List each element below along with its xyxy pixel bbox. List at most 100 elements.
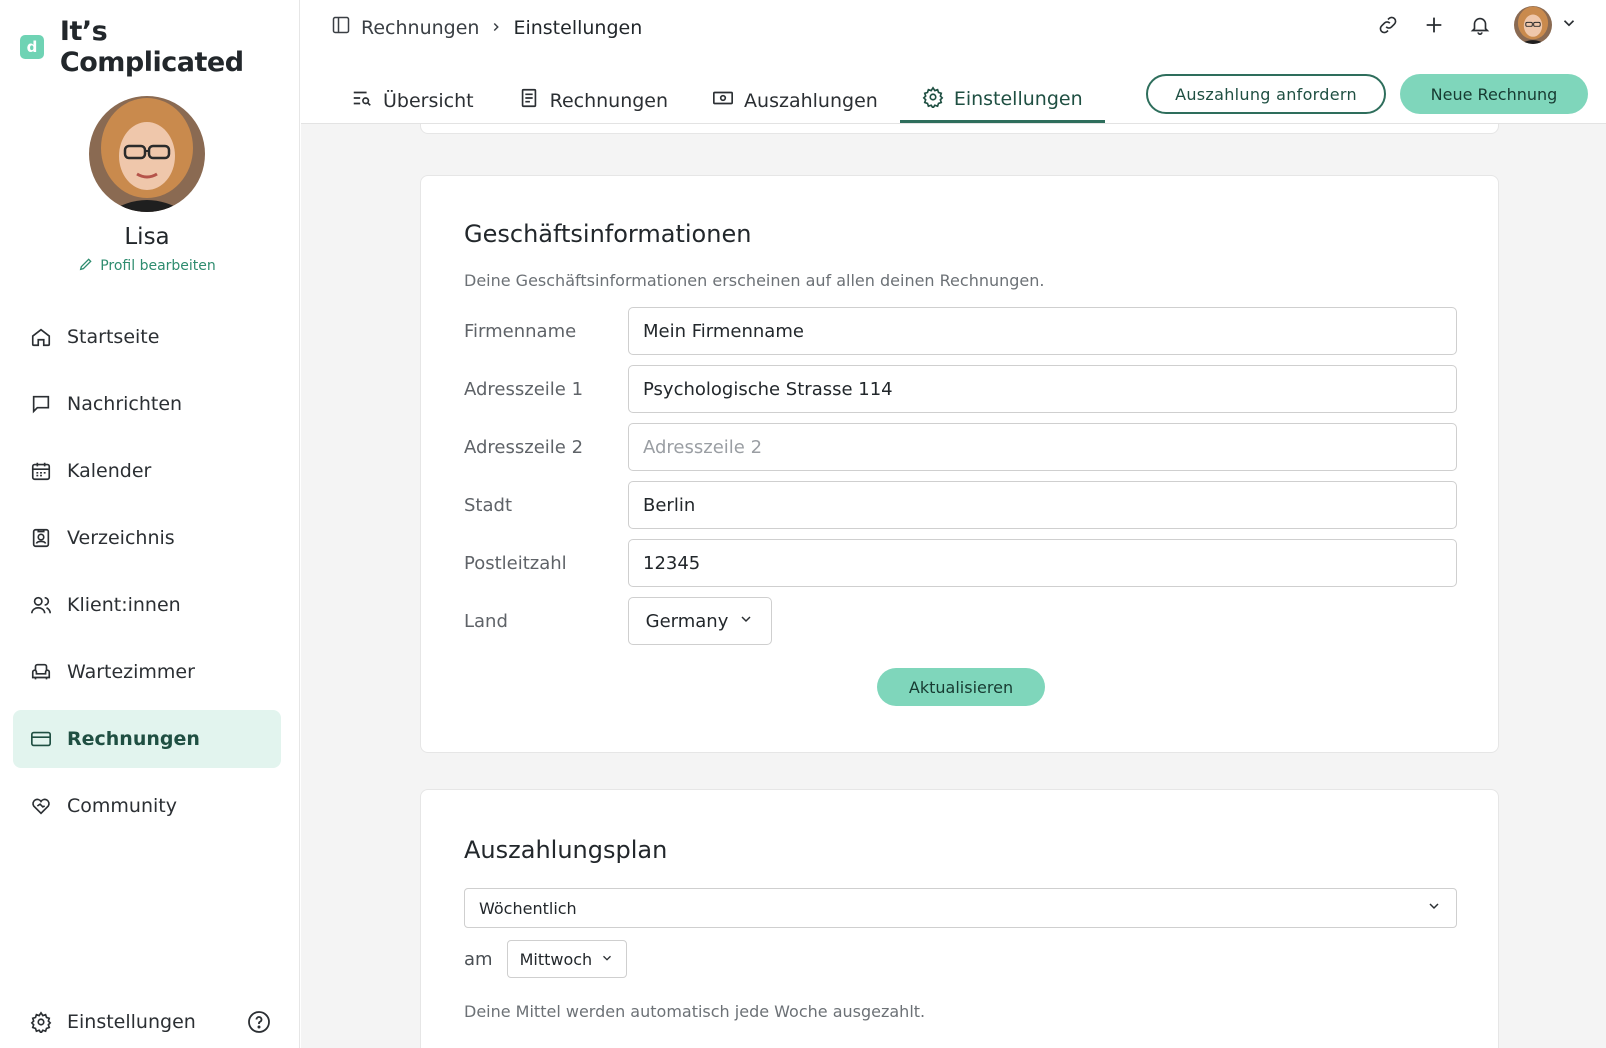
city-row: Stadt bbox=[464, 481, 1457, 529]
payout-day-row: am Mittwoch bbox=[464, 940, 628, 978]
request-payout-button[interactable]: Auszahlung anfordern bbox=[1146, 74, 1386, 114]
gear-icon bbox=[922, 85, 944, 113]
company-name-field[interactable] bbox=[628, 307, 1457, 355]
top-bar: Rechnungen Einstellungen Übersicht Rechn… bbox=[301, 0, 1606, 124]
avatar[interactable] bbox=[89, 96, 205, 212]
gear-icon bbox=[29, 1010, 53, 1034]
tab-label: Einstellungen bbox=[953, 88, 1083, 110]
main-content: Geschäftsinformationen Deine Geschäftsin… bbox=[301, 124, 1606, 1048]
business-info-title: Geschäftsinformationen bbox=[464, 220, 752, 248]
update-button[interactable]: Aktualisieren bbox=[877, 668, 1045, 706]
country-value: Germany bbox=[645, 610, 729, 632]
sidebar-toggle-icon[interactable] bbox=[331, 15, 351, 40]
sidebar-item-label: Klient:innen bbox=[67, 594, 181, 616]
tab-rechnungen[interactable]: Rechnungen bbox=[496, 78, 690, 123]
clients-icon bbox=[29, 593, 53, 617]
zip-field[interactable] bbox=[628, 539, 1457, 587]
company-row: Firmenname bbox=[464, 307, 1457, 355]
breadcrumb: Rechnungen Einstellungen bbox=[331, 15, 642, 40]
document-icon bbox=[518, 87, 540, 114]
tab-bar: Übersicht Rechnungen Auszahlungen Einste… bbox=[329, 78, 1105, 124]
sidebar-item-nachrichten[interactable]: Nachrichten bbox=[13, 375, 281, 433]
tab-label: Übersicht bbox=[383, 89, 474, 112]
heart-hands-icon bbox=[29, 794, 53, 818]
pencil-icon bbox=[78, 256, 94, 276]
sidebar-item-verzeichnis[interactable]: Verzeichnis bbox=[13, 509, 281, 567]
sidebar: d It’s Complicated Lisa Profil bearbeite… bbox=[0, 0, 300, 1048]
sidebar-item-startseite[interactable]: Startseite bbox=[13, 308, 281, 366]
address-line1-field[interactable] bbox=[628, 365, 1457, 413]
banknote-icon bbox=[712, 87, 734, 114]
sidebar-item-label: Kalender bbox=[67, 460, 152, 482]
sidebar-item-label: Wartezimmer bbox=[67, 661, 195, 683]
profile-name: Lisa bbox=[124, 224, 170, 250]
message-icon bbox=[29, 392, 53, 416]
chevron-down-icon bbox=[1560, 14, 1578, 36]
brand-name: It’s Complicated bbox=[59, 16, 244, 78]
address1-row: Adresszeile 1 bbox=[464, 365, 1457, 413]
new-invoice-button[interactable]: Neue Rechnung bbox=[1400, 74, 1588, 114]
payout-frequency-select[interactable]: Wöchentlich bbox=[464, 888, 1457, 928]
business-info-description: Deine Geschäftsinformationen erscheinen … bbox=[464, 271, 1045, 290]
tab-label: Rechnungen bbox=[549, 89, 669, 112]
previous-card bbox=[420, 124, 1499, 134]
address-line2-field[interactable] bbox=[628, 423, 1457, 471]
sidebar-item-kalender[interactable]: Kalender bbox=[13, 442, 281, 500]
tab-auszahlungen[interactable]: Auszahlungen bbox=[690, 78, 900, 123]
country-select[interactable]: Germany bbox=[628, 597, 772, 645]
payout-plan-card: Auszahlungsplan Wöchentlich am Mittwoch … bbox=[420, 789, 1499, 1048]
link-icon[interactable] bbox=[1376, 13, 1400, 37]
tab-label: Auszahlungen bbox=[744, 89, 878, 112]
breadcrumb-parent[interactable]: Rechnungen bbox=[361, 17, 479, 39]
address2-row: Adresszeile 2 bbox=[464, 423, 1457, 471]
sidebar-item-label: Einstellungen bbox=[67, 1011, 196, 1033]
sidebar-item-label: Nachrichten bbox=[67, 393, 183, 415]
frequency-value: Wöchentlich bbox=[479, 898, 577, 918]
day-value: Mittwoch bbox=[519, 949, 593, 969]
directory-icon bbox=[29, 526, 53, 550]
payout-day-select[interactable]: Mittwoch bbox=[506, 940, 628, 978]
city-field[interactable] bbox=[628, 481, 1457, 529]
sidebar-item-label: Rechnungen bbox=[67, 728, 200, 750]
sidebar-item-community[interactable]: Community bbox=[13, 777, 281, 835]
calendar-icon bbox=[29, 459, 53, 483]
credit-card-icon bbox=[29, 727, 53, 751]
country-label: Land bbox=[464, 610, 508, 632]
breadcrumb-current: Einstellungen bbox=[513, 16, 643, 39]
sidebar-item-einstellungen[interactable]: Einstellungen bbox=[13, 996, 281, 1048]
armchair-icon bbox=[29, 660, 53, 684]
account-menu[interactable] bbox=[1514, 6, 1578, 44]
sidebar-item-label: Verzeichnis bbox=[67, 527, 175, 549]
brand-logo-icon: d bbox=[20, 35, 44, 59]
list-search-icon bbox=[351, 87, 373, 114]
country-row: Land Germany bbox=[464, 597, 1457, 645]
chevron-right-icon bbox=[489, 17, 503, 39]
city-label: Stadt bbox=[464, 494, 512, 516]
address2-label: Adresszeile 2 bbox=[464, 436, 584, 458]
chevron-down-icon bbox=[1426, 898, 1442, 918]
sidebar-item-label: Community bbox=[67, 795, 177, 817]
sidebar-item-wartezimmer[interactable]: Wartezimmer bbox=[13, 643, 281, 701]
top-actions bbox=[1376, 6, 1578, 44]
tab-einstellungen[interactable]: Einstellungen bbox=[899, 78, 1105, 123]
day-prefix-label: am bbox=[464, 948, 493, 970]
bell-icon[interactable] bbox=[1468, 13, 1492, 37]
chevron-down-icon bbox=[738, 611, 754, 632]
sidebar-item-label: Startseite bbox=[67, 326, 160, 348]
address1-label: Adresszeile 1 bbox=[464, 378, 584, 400]
sidebar-nav: Startseite Nachrichten Kalender Verzeich… bbox=[13, 308, 281, 844]
chevron-down-icon bbox=[600, 950, 614, 969]
edit-profile-link[interactable]: Profil bearbeiten bbox=[78, 256, 216, 276]
tab-uebersicht[interactable]: Übersicht bbox=[329, 78, 496, 123]
sidebar-item-klientinnen[interactable]: Klient:innen bbox=[13, 576, 281, 634]
brand[interactable]: d It’s Complicated bbox=[20, 16, 299, 78]
edit-profile-label: Profil bearbeiten bbox=[100, 258, 216, 274]
company-label: Firmenname bbox=[464, 320, 577, 342]
zip-label: Postleitzahl bbox=[464, 552, 567, 574]
help-icon[interactable] bbox=[247, 1010, 271, 1034]
home-icon bbox=[29, 325, 53, 349]
business-info-card: Geschäftsinformationen Deine Geschäftsin… bbox=[420, 175, 1499, 753]
sidebar-item-rechnungen[interactable]: Rechnungen bbox=[13, 710, 281, 768]
plus-icon[interactable] bbox=[1422, 13, 1446, 37]
profile-section: Lisa Profil bearbeiten bbox=[0, 96, 294, 276]
